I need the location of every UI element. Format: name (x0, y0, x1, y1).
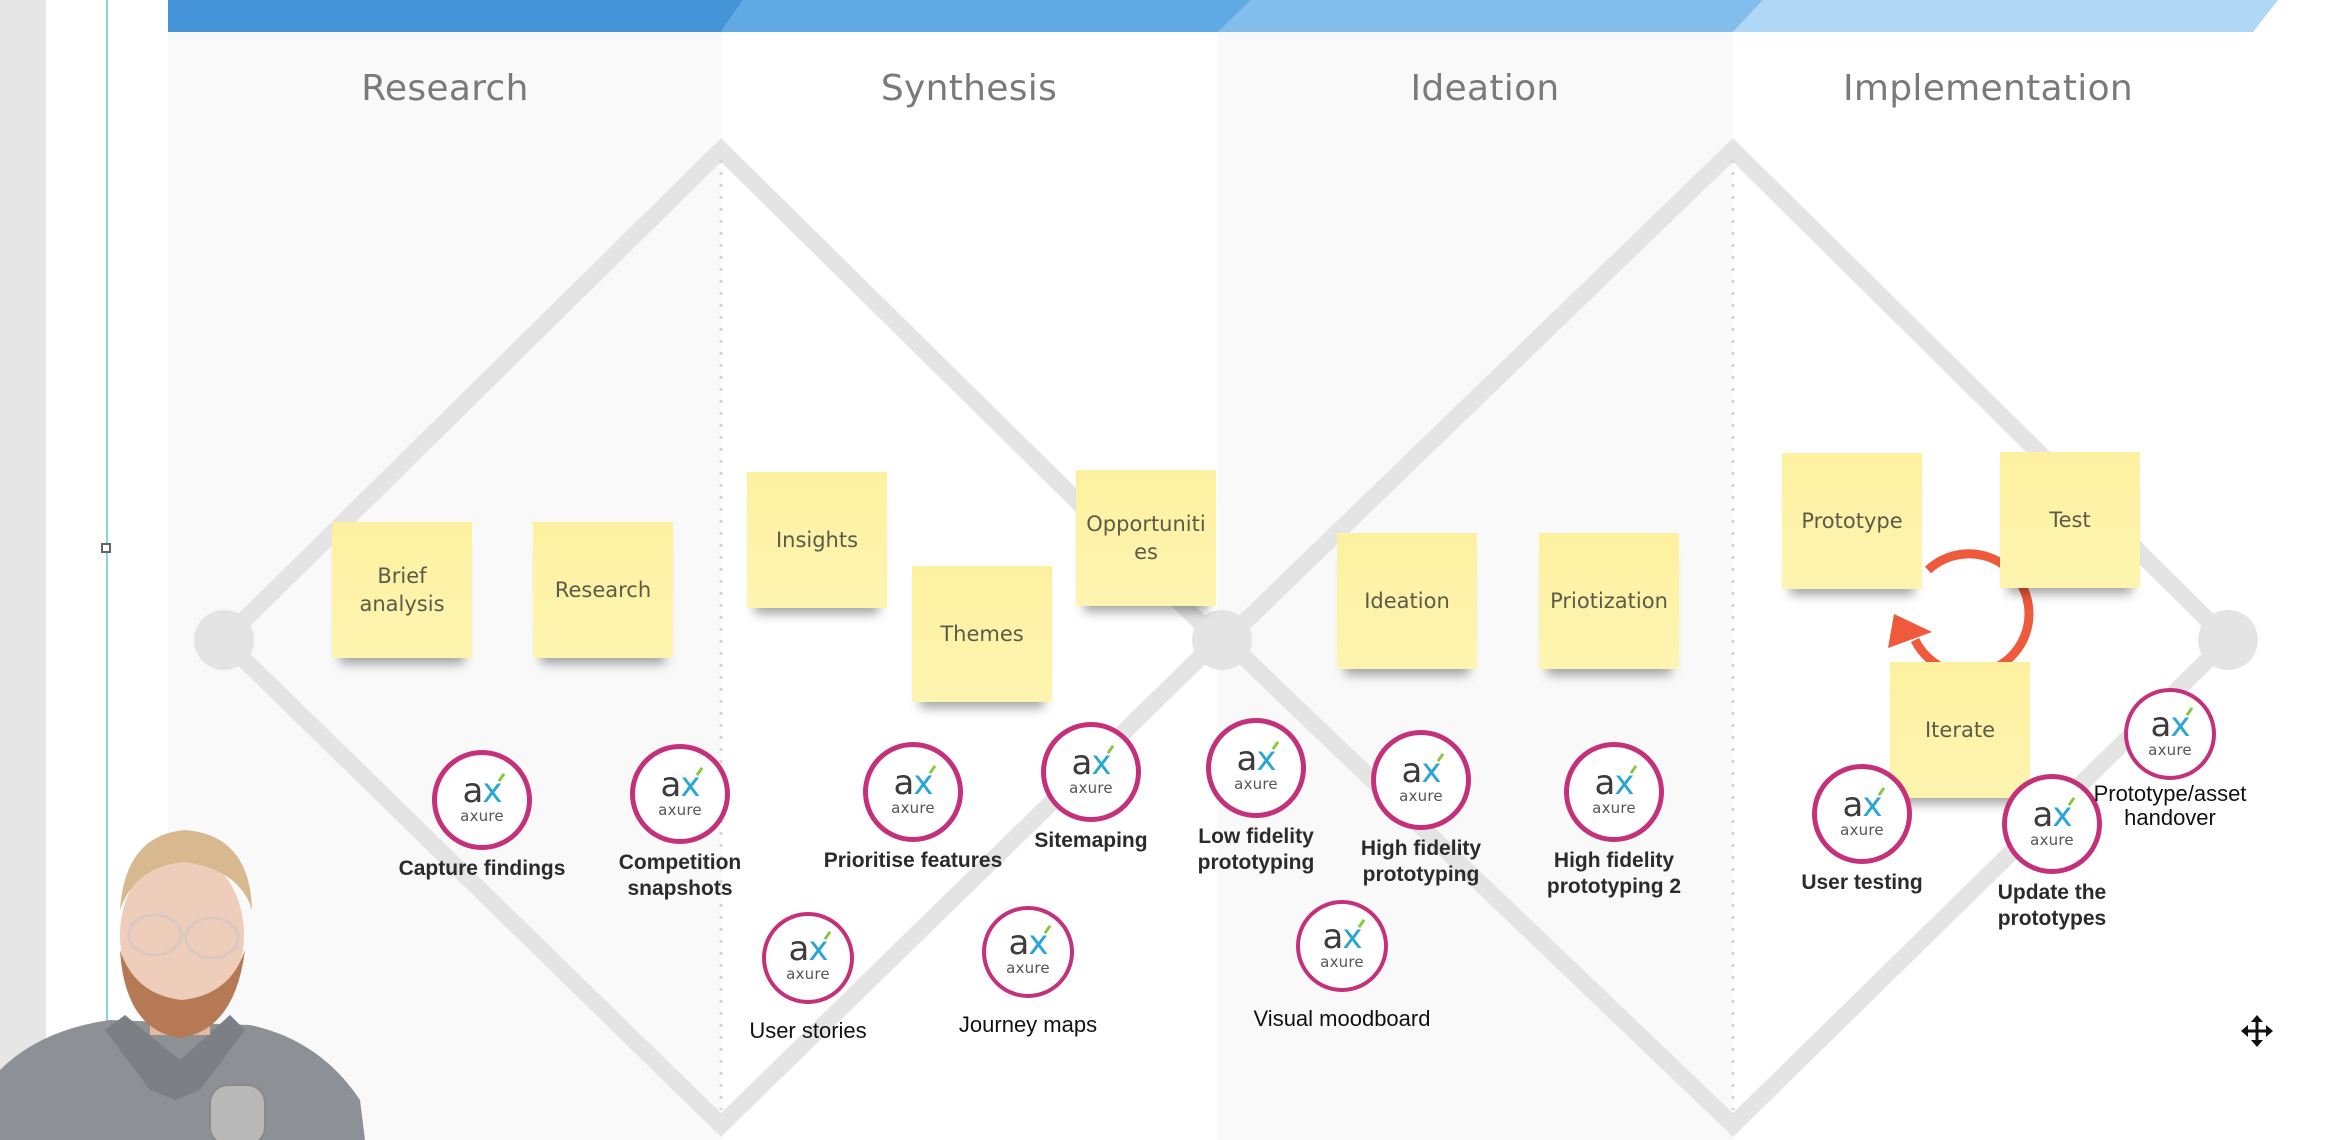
axure-logo-icon: ax axure (1296, 900, 1388, 992)
sticky-note-text: Brief analysis (359, 564, 445, 616)
axure-item[interactable]: ax axure Prioritise features (823, 742, 1003, 874)
sticky-note-text: Prototype (1801, 509, 1903, 533)
sticky-note-text: Opportuniti es (1086, 512, 1206, 564)
sticky-note[interactable]: Prototype (1782, 453, 1922, 589)
axure-item[interactable]: ax axure Prototype/asset handover (2075, 688, 2265, 830)
microphone-icon (209, 1084, 266, 1140)
axure-logo-icon: ax axure (762, 912, 854, 1004)
axure-item-label: User stories (749, 1018, 867, 1043)
axure-item[interactable]: ax axure Capture findings (392, 750, 572, 882)
sticky-note[interactable]: Test (2000, 452, 2140, 588)
sticky-note[interactable]: Insights (747, 472, 887, 608)
axure-item-label: Prototype/asset handover (2093, 781, 2247, 830)
axure-item-label: Prioritise features (823, 849, 1003, 872)
sticky-note[interactable]: Brief analysis (332, 522, 472, 658)
axure-item[interactable]: ax axure Low fidelity prototyping (1166, 718, 1346, 876)
axure-logo-icon: ax axure (1812, 764, 1912, 864)
axure-item-label: Journey maps (958, 1012, 1098, 1037)
axure-item[interactable]: ax axure High fidelity prototyping (1331, 730, 1511, 888)
axure-item[interactable]: ax axure Competition snapshots (590, 744, 770, 902)
sticky-note-text: Themes (940, 622, 1024, 646)
axure-logo-icon: ax axure (863, 742, 963, 842)
sticky-note[interactable]: Ideation (1337, 533, 1477, 669)
axure-logo-icon: ax axure (1564, 742, 1664, 842)
axure-item-label: Sitemaping (1034, 829, 1148, 852)
axure-logo-icon: ax axure (432, 750, 532, 850)
axure-item[interactable]: ax axure Visual moodboard (1242, 900, 1442, 1032)
sticky-note-text: Research (554, 578, 652, 602)
axure-item-label: High fidelity prototyping 2 (1546, 849, 1682, 898)
axure-item[interactable]: ax axure User stories (718, 912, 898, 1044)
diamond-node-end (2198, 610, 2258, 670)
axure-item[interactable]: ax axure High fidelity prototyping 2 (1524, 742, 1704, 900)
sticky-note[interactable]: Priotization (1539, 533, 1679, 669)
diamond-node-start (194, 610, 254, 670)
presenter-webcam (0, 830, 365, 1140)
sticky-note-text: Iterate (1924, 718, 1995, 742)
axure-item-label: High fidelity prototyping (1360, 837, 1482, 886)
move-cursor-icon (2241, 1015, 2273, 1047)
axure-logo-icon: ax axure (1206, 718, 1306, 818)
sticky-note-text: Test (2049, 508, 2091, 532)
sticky-note[interactable]: Research (533, 522, 673, 658)
axure-item-label: Visual moodboard (1253, 1006, 1431, 1031)
axure-item[interactable]: ax axure Journey maps (938, 906, 1118, 1038)
axure-logo-icon: ax axure (982, 906, 1074, 998)
diamond-node-middle (1192, 610, 1252, 670)
axure-logo-icon: ax axure (630, 744, 730, 844)
sticky-note-text: Ideation (1364, 589, 1450, 613)
axure-item-label: Competition snapshots (618, 851, 742, 900)
axure-logo-icon: ax axure (1041, 722, 1141, 822)
axure-item-label: Low fidelity prototyping (1197, 825, 1315, 874)
sticky-note-text: Insights (775, 528, 859, 552)
sticky-note-text: Priotization (1550, 589, 1668, 613)
axure-logo-icon: ax axure (1371, 730, 1471, 830)
axure-item-label: User testing (1801, 871, 1923, 894)
sticky-note[interactable]: Opportuniti es (1076, 470, 1216, 606)
axure-item-label: Capture findings (398, 857, 566, 880)
axure-item[interactable]: ax axure User testing (1772, 764, 1952, 896)
axure-item-label: Update the prototypes (1997, 881, 2107, 930)
sticky-note[interactable]: Themes (912, 566, 1052, 702)
axure-item[interactable]: ax axure Sitemaping (1001, 722, 1181, 854)
axure-logo-icon: ax axure (2124, 688, 2216, 780)
